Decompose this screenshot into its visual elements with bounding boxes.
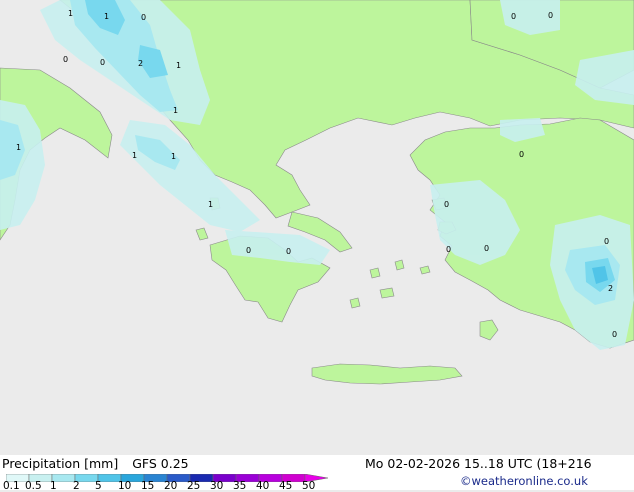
scale-tick: 0.5 bbox=[25, 480, 42, 492]
map-label: 1 bbox=[132, 151, 137, 160]
legend-title-text: Precipitation [mm] bbox=[2, 456, 119, 471]
map-label: 0 bbox=[519, 150, 524, 159]
scale-tick: 30 bbox=[210, 480, 224, 492]
precipitation-map: 1 1 0 0 0 2 1 1 1 1 1 1 0 0 0 0 0 0 0 0 … bbox=[0, 0, 634, 490]
map-label: 0 bbox=[484, 244, 489, 253]
map-label: 0 bbox=[446, 245, 451, 254]
scale-tick: 45 bbox=[279, 480, 293, 492]
map-label: 1 bbox=[208, 200, 213, 209]
scale-tick: 50 bbox=[302, 480, 316, 492]
scale-tick: 10 bbox=[118, 480, 132, 492]
map-label: 0 bbox=[548, 11, 553, 20]
map-label: 0 bbox=[286, 247, 291, 256]
valid-time: Mo 02-02-2026 15..18 UTC (18+216 bbox=[365, 456, 592, 471]
map-label: 1 bbox=[173, 106, 178, 115]
scale-tick: 0.1 bbox=[3, 480, 20, 492]
scale-tick: 25 bbox=[187, 480, 201, 492]
map-label: 0 bbox=[63, 55, 68, 64]
map-label: 0 bbox=[246, 246, 251, 255]
map-label: 1 bbox=[68, 9, 73, 18]
map-label: 0 bbox=[604, 237, 609, 246]
map-label: 1 bbox=[104, 12, 109, 21]
map-label: 1 bbox=[176, 61, 181, 70]
scale-tick: 40 bbox=[256, 480, 270, 492]
map-label: 2 bbox=[138, 59, 143, 68]
scale-tick: 35 bbox=[233, 480, 247, 492]
map-label: 0 bbox=[444, 200, 449, 209]
legend-footer: Precipitation [mm] GFS 0.25 Mo 02-02-202… bbox=[0, 455, 634, 492]
map-label: 1 bbox=[171, 152, 176, 161]
map-label: 1 bbox=[16, 143, 21, 152]
map-label: 0 bbox=[612, 330, 617, 339]
model-name: GFS 0.25 bbox=[132, 456, 189, 471]
scale-tick: 15 bbox=[141, 480, 155, 492]
scale-tick: 1 bbox=[50, 480, 57, 492]
map-label: 0 bbox=[100, 58, 105, 67]
credit-link[interactable]: ©weatheronline.co.uk bbox=[460, 474, 588, 488]
map-label: 2 bbox=[608, 284, 613, 293]
scale-tick: 5 bbox=[95, 480, 102, 492]
scale-tick: 2 bbox=[73, 480, 80, 492]
scale-tick: 20 bbox=[164, 480, 178, 492]
legend-title: Precipitation [mm] GFS 0.25 bbox=[2, 457, 189, 471]
map-label: 0 bbox=[511, 12, 516, 21]
map-label: 0 bbox=[141, 13, 146, 22]
